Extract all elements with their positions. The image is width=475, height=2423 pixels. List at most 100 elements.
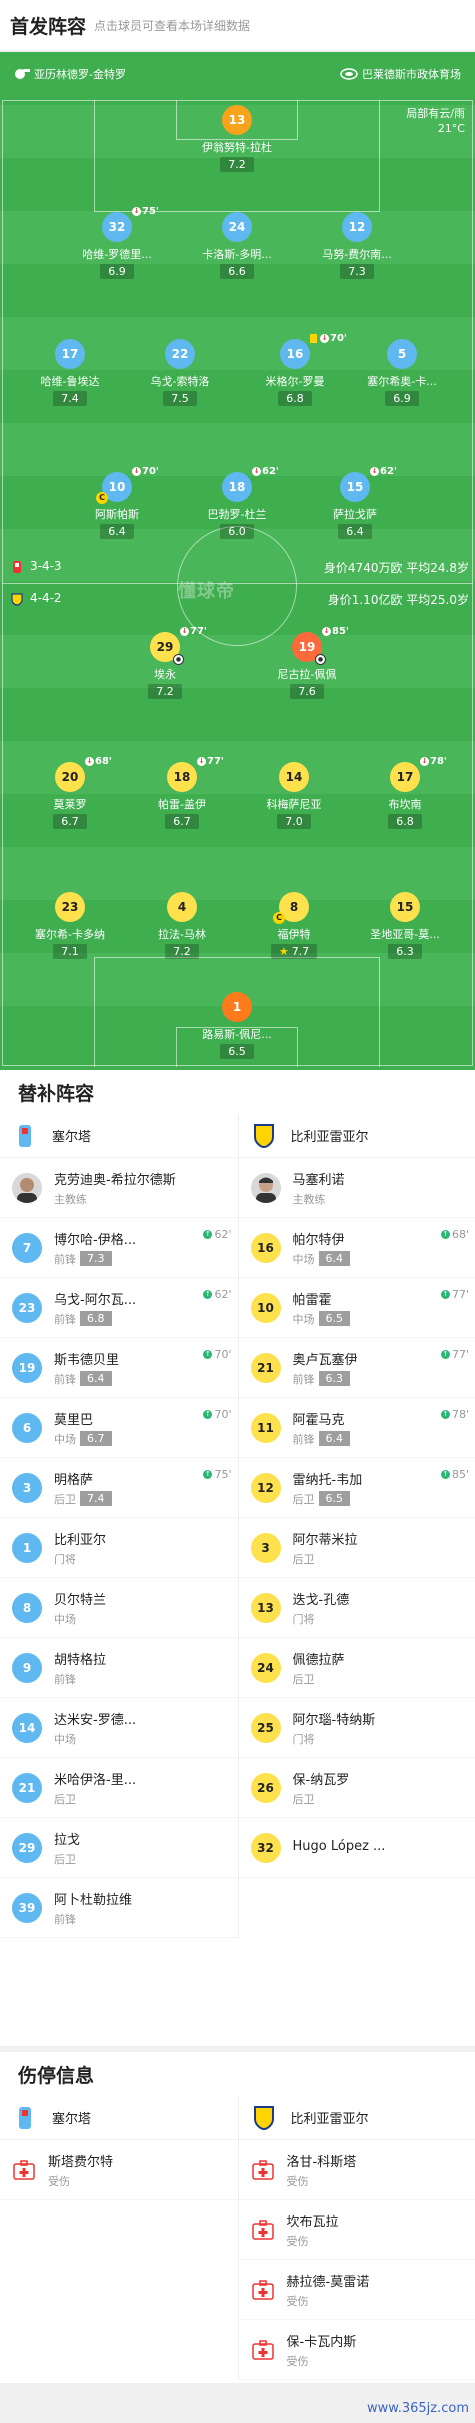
- sub-out-icon: ↓: [252, 467, 261, 476]
- player-away-mid-4[interactable]: 17 ↓ 78' 布坎南 6.8: [360, 756, 450, 829]
- player-rating: 6.4: [80, 1371, 112, 1386]
- player-rating: 7.2: [148, 684, 182, 699]
- player-home-fwd-3[interactable]: 15 ↓ 62' 萨拉戈萨 6.4: [310, 466, 400, 539]
- player-position: 门将: [292, 1732, 315, 1746]
- sub-player-row[interactable]: 21 奥卢瓦塞伊 前锋 6.3 ↑ 77': [238, 1338, 475, 1398]
- sub-player-row[interactable]: 16 帕尔特伊 中场 6.4 ↑ 68': [238, 1218, 475, 1278]
- player-number: 15: [346, 480, 364, 494]
- player-away-def-3[interactable]: 8 C 福伊特 ★ 7.7: [249, 892, 339, 959]
- sub-player-row[interactable]: 26 保-纳瓦罗 后卫: [238, 1758, 475, 1818]
- away-formation-row: 4-4-2 身价1.10亿欧 平均25.0岁: [0, 588, 475, 610]
- sub-player-row[interactable]: 10 帕雷霍 中场 6.5 ↑ 77': [238, 1278, 475, 1338]
- injured-player-row[interactable]: 赫拉德-莫雷诺 受伤: [238, 2260, 475, 2320]
- injury-status: 受伤: [48, 2174, 70, 2188]
- player-position: 中场: [54, 1612, 76, 1626]
- player-name: 萨拉戈萨: [333, 508, 377, 521]
- player-home-mid-4[interactable]: 5 塞尔希奥-卡... 6.9: [357, 339, 447, 406]
- player-name: 乌戈-索特洛: [150, 375, 210, 388]
- player-home-mid-1[interactable]: 17 哈维-鲁埃达 7.4: [25, 339, 115, 406]
- sub-out-icon: ↓: [132, 467, 141, 476]
- sub-player-row[interactable]: 8 贝尔特兰 中场: [0, 1578, 238, 1638]
- player-position-line: 前锋 6.4: [293, 1431, 350, 1447]
- player-away-def-4[interactable]: 15 圣地亚哥-莫... 6.3: [360, 892, 450, 959]
- player-home-fwd-2[interactable]: 18 ↓ 62' 巴勃罗-杜兰 6.0: [192, 466, 282, 539]
- player-position: 中场: [54, 1732, 76, 1746]
- sub-player-row[interactable]: 3 明格萨 后卫 7.4 ↑ 75': [0, 1458, 238, 1518]
- player-position: 后卫: [292, 1552, 315, 1566]
- injured-player-row[interactable]: 保-卡瓦内斯 受伤: [238, 2320, 475, 2380]
- sub-player-row[interactable]: 25 阿尔瑙-特纳斯 门将: [238, 1698, 475, 1758]
- player-name: 塞尔希奥-卡...: [367, 375, 437, 388]
- yellow-card-icon: [310, 334, 317, 343]
- player-number: 6: [12, 1412, 42, 1443]
- sub-player-row[interactable]: 39 阿卜杜勒拉维 前锋: [0, 1878, 238, 1938]
- sub-player-row[interactable]: 32 Hugo López ...: [238, 1818, 475, 1878]
- player-name: 阿尔瑙-特纳斯: [292, 1712, 376, 1728]
- player-away-mid-3[interactable]: 14 科梅萨尼亚 7.0: [249, 762, 339, 829]
- celta-logo-icon: [13, 561, 21, 573]
- sub-player-row[interactable]: 24 佩德拉萨 后卫: [238, 1638, 475, 1698]
- player-home-fwd-1[interactable]: 10 C ↓ 70' 阿斯帕斯 6.4: [72, 466, 162, 539]
- player-name: 坎布瓦拉: [286, 2214, 339, 2230]
- injured-player-row[interactable]: 坎布瓦拉 受伤: [238, 2200, 475, 2260]
- sub-player-row[interactable]: 23 乌戈-阿尔瓦... 前锋 6.8 ↑ 62': [0, 1278, 238, 1338]
- away-formation: 4-4-2: [30, 591, 62, 605]
- avatar: [12, 1172, 42, 1203]
- sub-in-time: ↑ 77': [440, 1348, 469, 1361]
- player-home-mid-3[interactable]: 16 ↓ 70' 米格尔-罗曼 6.8: [250, 333, 347, 406]
- player-away-fwd-1[interactable]: 29 ● ↓ 77' 埃永 7.2: [120, 626, 210, 699]
- injured-player-row[interactable]: 斯塔费尔特 受伤: [0, 2140, 238, 2200]
- sub-player-row[interactable]: 21 米哈伊洛-里... 后卫: [0, 1758, 238, 1818]
- sub-player-row[interactable]: 12 雷纳托-韦加 后卫 6.5 ↑ 85': [238, 1458, 475, 1518]
- player-name: 贝尔特兰: [54, 1592, 107, 1608]
- sub-player-row[interactable]: 1 比利亚尔 门将: [0, 1518, 238, 1578]
- injured-player-row[interactable]: 洛甘-科斯塔 受伤: [238, 2140, 475, 2200]
- home-coach[interactable]: 克劳迪奥-希拉尔德斯 主教练: [0, 1158, 238, 1218]
- subs-home-team[interactable]: 塞尔塔: [0, 1114, 238, 1158]
- player-name: 达米安-罗德...: [54, 1712, 137, 1728]
- player-name: 巴勃罗-杜兰: [207, 508, 267, 521]
- player-number: 15: [390, 892, 420, 922]
- sub-player-row[interactable]: 9 胡特格拉 前锋: [0, 1638, 238, 1698]
- player-name: 乌戈-阿尔瓦...: [54, 1292, 137, 1308]
- player-away-mid-1[interactable]: 20 ↓ 68' 莫莱罗 6.7: [25, 756, 115, 829]
- away-coach[interactable]: 马塞利诺 主教练: [238, 1158, 475, 1218]
- player-position: 后卫: [54, 1492, 76, 1506]
- sub-out-icon: ↓: [370, 467, 379, 476]
- subs-away-team[interactable]: 比利亚雷亚尔: [238, 1114, 475, 1158]
- player-number: 32: [108, 220, 126, 234]
- player-number: 11: [250, 1412, 281, 1443]
- player-away-def-2[interactable]: 4 拉法-马林 7.2: [137, 892, 227, 959]
- player-number: 1: [12, 1532, 42, 1563]
- sub-player-row[interactable]: 7 博尔哈-伊格... 前锋 7.3 ↑ 62': [0, 1218, 238, 1278]
- player-home-def-1[interactable]: 32 ↓ 75' 哈维-罗德里... 6.9: [72, 206, 162, 279]
- sub-player-row[interactable]: 6 莫里巴 中场 6.7 ↑ 70': [0, 1398, 238, 1458]
- sub-player-row[interactable]: 3 阿尔蒂米拉 后卫: [238, 1518, 475, 1578]
- player-home-gk[interactable]: 13 伊翁努特-拉杜 7.2: [192, 105, 282, 172]
- player-away-mid-2[interactable]: 18 ↓ 77' 帕雷-盖伊 6.7: [137, 756, 227, 829]
- sub-player-row[interactable]: 14 达米安-罗德... 中场: [0, 1698, 238, 1758]
- player-home-def-3[interactable]: 12 马努-费尔南... 7.3: [312, 212, 402, 279]
- player-name: 布坎南: [388, 798, 422, 811]
- player-away-gk[interactable]: 1 路易斯-佩尼... 6.5: [192, 992, 282, 1059]
- sub-player-row[interactable]: 13 迭戈-孔德 门将: [238, 1578, 475, 1638]
- player-name: 佩德拉萨: [292, 1652, 345, 1668]
- player-home-def-2[interactable]: 24 卡洛斯-多明... 6.6: [192, 212, 282, 279]
- player-position-line: 中场: [54, 1611, 106, 1627]
- player-position: 门将: [292, 1612, 315, 1626]
- sub-player-row[interactable]: 11 阿霍马克 前锋 6.4 ↑ 78': [238, 1398, 475, 1458]
- sub-player-row[interactable]: 29 拉戈 后卫: [0, 1818, 238, 1878]
- player-away-def-1[interactable]: 23 塞尔希-卡多纳 7.1: [25, 892, 115, 959]
- player-name: 阿斯帕斯: [95, 508, 139, 521]
- star-icon: ★: [278, 945, 289, 958]
- player-position: 后卫: [292, 1492, 315, 1506]
- injuries-home-team[interactable]: 塞尔塔: [0, 2096, 238, 2140]
- sub-player-row[interactable]: 19 斯韦德贝里 前锋 6.4 ↑ 70': [0, 1338, 238, 1398]
- injuries-away-team[interactable]: 比利亚雷亚尔: [238, 2096, 475, 2140]
- player-name: 斯韦德贝里: [54, 1352, 120, 1368]
- sub-out-icon: ↓: [180, 627, 189, 636]
- sub-in-time: ↑ 62': [203, 1288, 232, 1301]
- sub-in-time: ↑ 70': [203, 1348, 232, 1361]
- player-away-fwd-2[interactable]: 19 ● ↓ 85' 尼古拉-佩佩 7.6: [262, 626, 352, 699]
- player-home-mid-2[interactable]: 22 乌戈-索特洛 7.5: [135, 339, 225, 406]
